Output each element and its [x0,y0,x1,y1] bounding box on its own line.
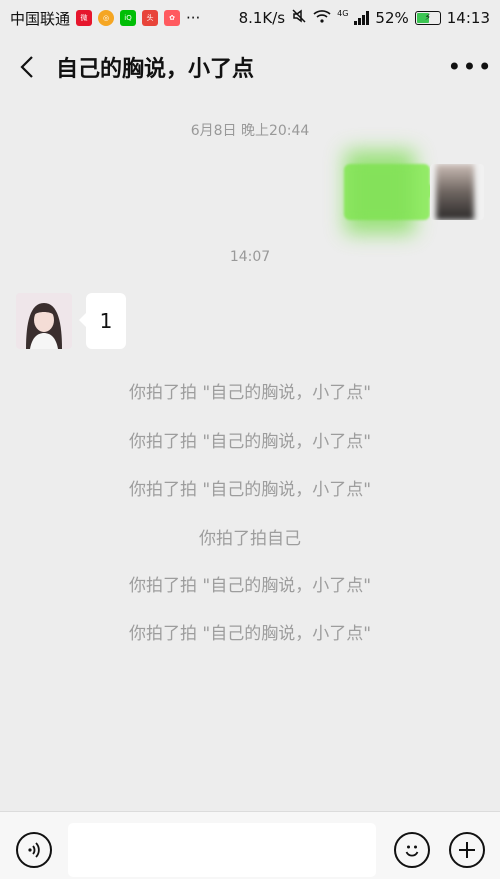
timestamp: 14:07 [229,249,271,265]
pat-notice: 你拍了拍 "自己的胸说，小了点" [128,432,372,452]
chevron-left-icon [20,56,33,78]
plus-icon [459,842,475,858]
camera-icon: ◎ [98,10,115,26]
pat-notice: 你拍了拍 "自己的胸说，小了点" [128,576,372,596]
contact-avatar-image [16,293,72,349]
pat-notice: 你拍了拍 "自己的胸说，小了点" [128,480,372,500]
news-icon: 头 [142,10,159,26]
mute-icon [291,8,307,28]
status-bar: 中国联通 微 ◎ iQ 头 ✿ ··· 8.1K/s 4G 52% ⚡ 14:1… [0,0,500,36]
more-options-button[interactable]: ••• [440,36,500,98]
shopping-icon: ✿ [164,10,181,26]
back-button[interactable] [0,36,54,98]
status-bar-right: 8.1K/s 4G 52% ⚡ 14:13 [239,8,490,28]
chat-header: 自己的胸说，小了点 ••• [0,36,500,98]
battery-icon: ⚡ [414,11,441,25]
clock: 14:13 [446,9,490,27]
chat-title: 自己的胸说，小了点 [56,57,255,82]
message-list[interactable]: 6月8日 晚上20:44 14:07 1 你拍了拍 "自己的胸说，小了点" 你拍… [0,98,500,810]
network-type: 4G [337,8,349,18]
signal-icon [354,11,370,25]
smiley-icon [405,845,419,857]
voice-icon [28,842,40,858]
battery-percent: 52% [375,9,409,27]
timestamp: 6月8日 晚上20:44 [190,123,310,139]
voice-input-button[interactable] [16,832,52,868]
contact-avatar[interactable] [16,293,72,349]
carrier-name: 中国联通 [10,9,71,28]
message-input[interactable] [68,823,376,877]
pat-notice: 你拍了拍 "自己的胸说，小了点" [128,624,372,644]
more-notifications-icon: ··· [186,9,201,27]
received-message-text: 1 [99,309,113,333]
net-speed: 8.1K/s [238,9,286,27]
emoji-button[interactable] [394,832,430,868]
status-bar-left: 中国联通 微 ◎ iQ 头 ✿ ··· [10,8,200,29]
weibo-icon: 微 [76,10,93,26]
my-avatar[interactable] [430,164,484,220]
pat-notice: 你拍了拍 "自己的胸说，小了点" [128,383,372,403]
received-message-bubble[interactable]: 1 [79,293,126,349]
blurred-message-content [345,150,415,234]
pat-notice: 你拍了拍自己 [199,529,301,549]
iqiyi-icon: iQ [120,10,137,26]
more-icon: ••• [447,53,493,81]
more-functions-button[interactable] [449,832,485,868]
wifi-icon [313,9,331,27]
input-bar [0,811,500,879]
